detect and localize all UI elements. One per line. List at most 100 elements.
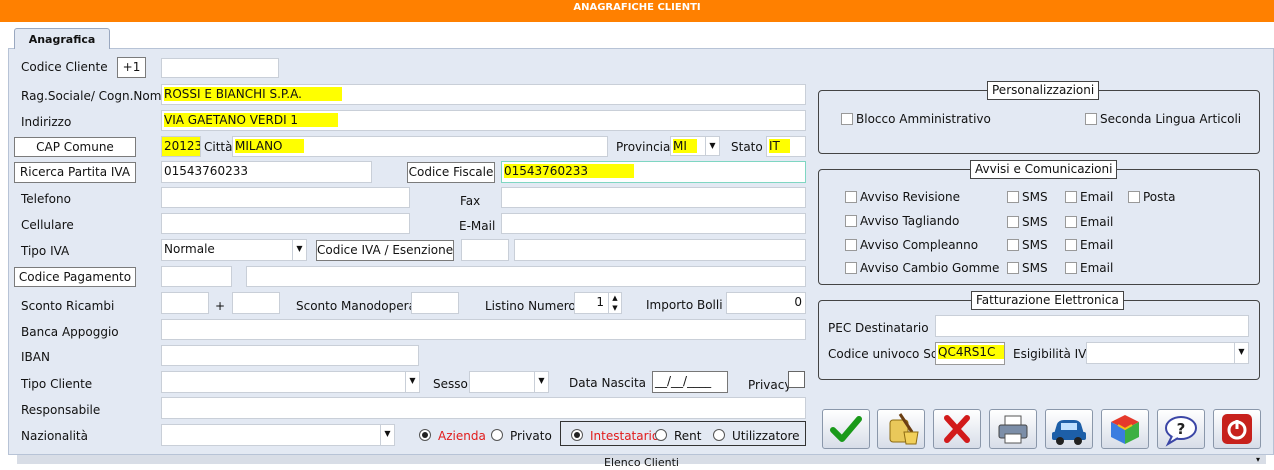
iban-input[interactable] [161, 345, 419, 366]
spinner-arrows-icon[interactable]: ▲ ▼ [608, 293, 621, 313]
nazionalita-select[interactable]: ▼ [161, 424, 395, 446]
provincia-select[interactable]: MI ▼ [670, 136, 720, 156]
tipo-iva-label: Tipo IVA [21, 244, 70, 258]
email-input[interactable] [501, 213, 806, 234]
sconto-ricambi-input-1[interactable] [161, 292, 209, 314]
responsabile-label: Responsabile [21, 403, 101, 417]
sconto-manodopera-input[interactable] [411, 292, 459, 314]
revisione-posta-checkbox[interactable] [1128, 191, 1140, 203]
citta-value: MILANO [235, 139, 305, 153]
compleanno-email-label: Email [1080, 238, 1114, 252]
ragsociale-label: Rag.Sociale/ Cogn.Nome [21, 89, 169, 103]
tab-anagrafica[interactable]: Anagrafica [14, 28, 110, 49]
radio-azienda[interactable] [419, 429, 431, 441]
stato-label: Stato [731, 140, 763, 154]
ragsociale-input[interactable]: ROSSI E BIANCHI S.P.A. [161, 84, 806, 105]
cube-icon [1111, 415, 1139, 444]
check-icon [830, 416, 862, 442]
compleanno-sms-checkbox[interactable] [1007, 239, 1019, 251]
radio-utilizzatore[interactable] [713, 429, 725, 441]
email-label: E-Mail [459, 219, 496, 233]
indirizzo-input[interactable]: VIA GAETANO VERDI 1 [161, 110, 806, 131]
avviso-cambio-gomme-checkbox[interactable] [845, 262, 857, 274]
codice-iva-input[interactable] [461, 239, 509, 261]
save-button[interactable] [822, 409, 870, 449]
stato-input[interactable]: IT [766, 136, 806, 157]
modules-button[interactable] [1101, 409, 1149, 449]
clear-button[interactable] [877, 409, 925, 449]
ricerca-partita-iva-button[interactable]: Ricerca Partita IVA [14, 162, 136, 183]
responsabile-input[interactable] [161, 397, 806, 419]
gomme-sms-checkbox[interactable] [1007, 262, 1019, 274]
codice-pagamento-input[interactable] [161, 266, 232, 287]
privacy-checkbox[interactable] [788, 371, 805, 388]
partita-iva-input[interactable]: 01543760233 [161, 161, 372, 183]
compleanno-email-checkbox[interactable] [1065, 239, 1077, 251]
cellulare-input[interactable] [161, 213, 410, 234]
seconda-lingua-checkbox[interactable] [1085, 113, 1097, 125]
avviso-tagliando-checkbox[interactable] [845, 215, 857, 227]
svg-text:?: ? [1177, 420, 1186, 438]
avviso-compleanno-checkbox[interactable] [845, 239, 857, 251]
print-button[interactable] [989, 409, 1037, 449]
chevron-down-icon[interactable]: ▾ [1256, 455, 1260, 464]
blocco-amministrativo-checkbox[interactable] [841, 113, 853, 125]
privacy-label: Privacy [748, 378, 792, 392]
esigibilita-select[interactable]: ▼ [1086, 342, 1249, 364]
radio-rent-label: Rent [674, 429, 702, 443]
exit-button[interactable] [1213, 409, 1261, 449]
ragsociale-value: ROSSI E BIANCHI S.P.A. [164, 87, 342, 101]
sconto-ricambi-input-2[interactable] [232, 292, 280, 314]
tipo-iva-value: Normale [164, 242, 215, 256]
banca-appoggio-input[interactable] [161, 319, 806, 340]
radio-intestatario[interactable] [571, 429, 583, 441]
listino-numero-label: Listino Numero [485, 299, 576, 313]
sdi-input[interactable]: QC4RS1C [935, 342, 1005, 365]
tipo-iva-select[interactable]: Normale ▼ [161, 239, 307, 261]
pec-input[interactable] [935, 315, 1249, 337]
codice-fiscale-button[interactable]: Codice Fiscale [407, 162, 495, 183]
chevron-down-icon: ▼ [1234, 343, 1248, 363]
vehicles-button[interactable] [1045, 409, 1093, 449]
revisione-sms-label: SMS [1022, 190, 1048, 204]
data-nascita-input[interactable]: __/__/____ [652, 371, 728, 393]
radio-utilizzatore-label: Utilizzatore [732, 429, 800, 443]
sesso-select[interactable]: ▼ [469, 371, 549, 393]
provincia-label: Provincia [616, 140, 671, 154]
sconto-manodopera-label: Sconto Manodopera [296, 299, 416, 313]
elenco-clienti-bar[interactable]: Elenco Clienti ▾ [17, 455, 1266, 469]
cap-input[interactable]: 20123 [161, 136, 201, 157]
fatturazione-title: Fatturazione Elettronica [971, 291, 1124, 310]
fax-input[interactable] [501, 187, 806, 208]
radio-rent[interactable] [655, 429, 667, 441]
avviso-revisione-checkbox[interactable] [845, 191, 857, 203]
revisione-email-checkbox[interactable] [1065, 191, 1077, 203]
importo-bolli-input[interactable]: 0 [726, 292, 806, 314]
codice-cliente-input[interactable] [161, 58, 279, 78]
citta-input[interactable]: MILANO [232, 136, 608, 157]
pagamento-descrizione-input[interactable] [246, 266, 806, 287]
delete-button[interactable] [933, 409, 981, 449]
pec-label: PEC Destinatario [828, 321, 929, 335]
chevron-down-icon: ▼ [705, 137, 719, 155]
tagliando-sms-checkbox[interactable] [1007, 216, 1019, 228]
codice-pagamento-button[interactable]: Codice Pagamento [14, 267, 136, 287]
tagliando-email-checkbox[interactable] [1065, 216, 1077, 228]
avviso-compleanno-label: Avviso Compleanno [860, 238, 979, 252]
indirizzo-label: Indirizzo [21, 115, 72, 129]
codice-fiscale-input[interactable]: 01543760233 [501, 161, 806, 183]
gomme-email-checkbox[interactable] [1065, 262, 1077, 274]
codice-iva-esenzione-button[interactable]: Codice IVA / Esenzione [316, 240, 454, 261]
tipo-cliente-label: Tipo Cliente [21, 377, 93, 391]
help-button[interactable]: ? [1157, 409, 1205, 449]
revisione-sms-checkbox[interactable] [1007, 191, 1019, 203]
plus-one-button[interactable]: +1 [117, 57, 146, 78]
tipo-cliente-select[interactable]: ▼ [161, 371, 420, 393]
sdi-label: Codice univoco SdI [828, 347, 942, 361]
radio-privato[interactable] [491, 429, 503, 441]
power-icon [1222, 414, 1252, 444]
telefono-input[interactable] [161, 187, 410, 208]
cap-comune-button[interactable]: CAP Comune [14, 137, 136, 157]
indirizzo-value: VIA GAETANO VERDI 1 [164, 113, 339, 127]
codice-iva-descrizione-input[interactable] [514, 239, 806, 261]
